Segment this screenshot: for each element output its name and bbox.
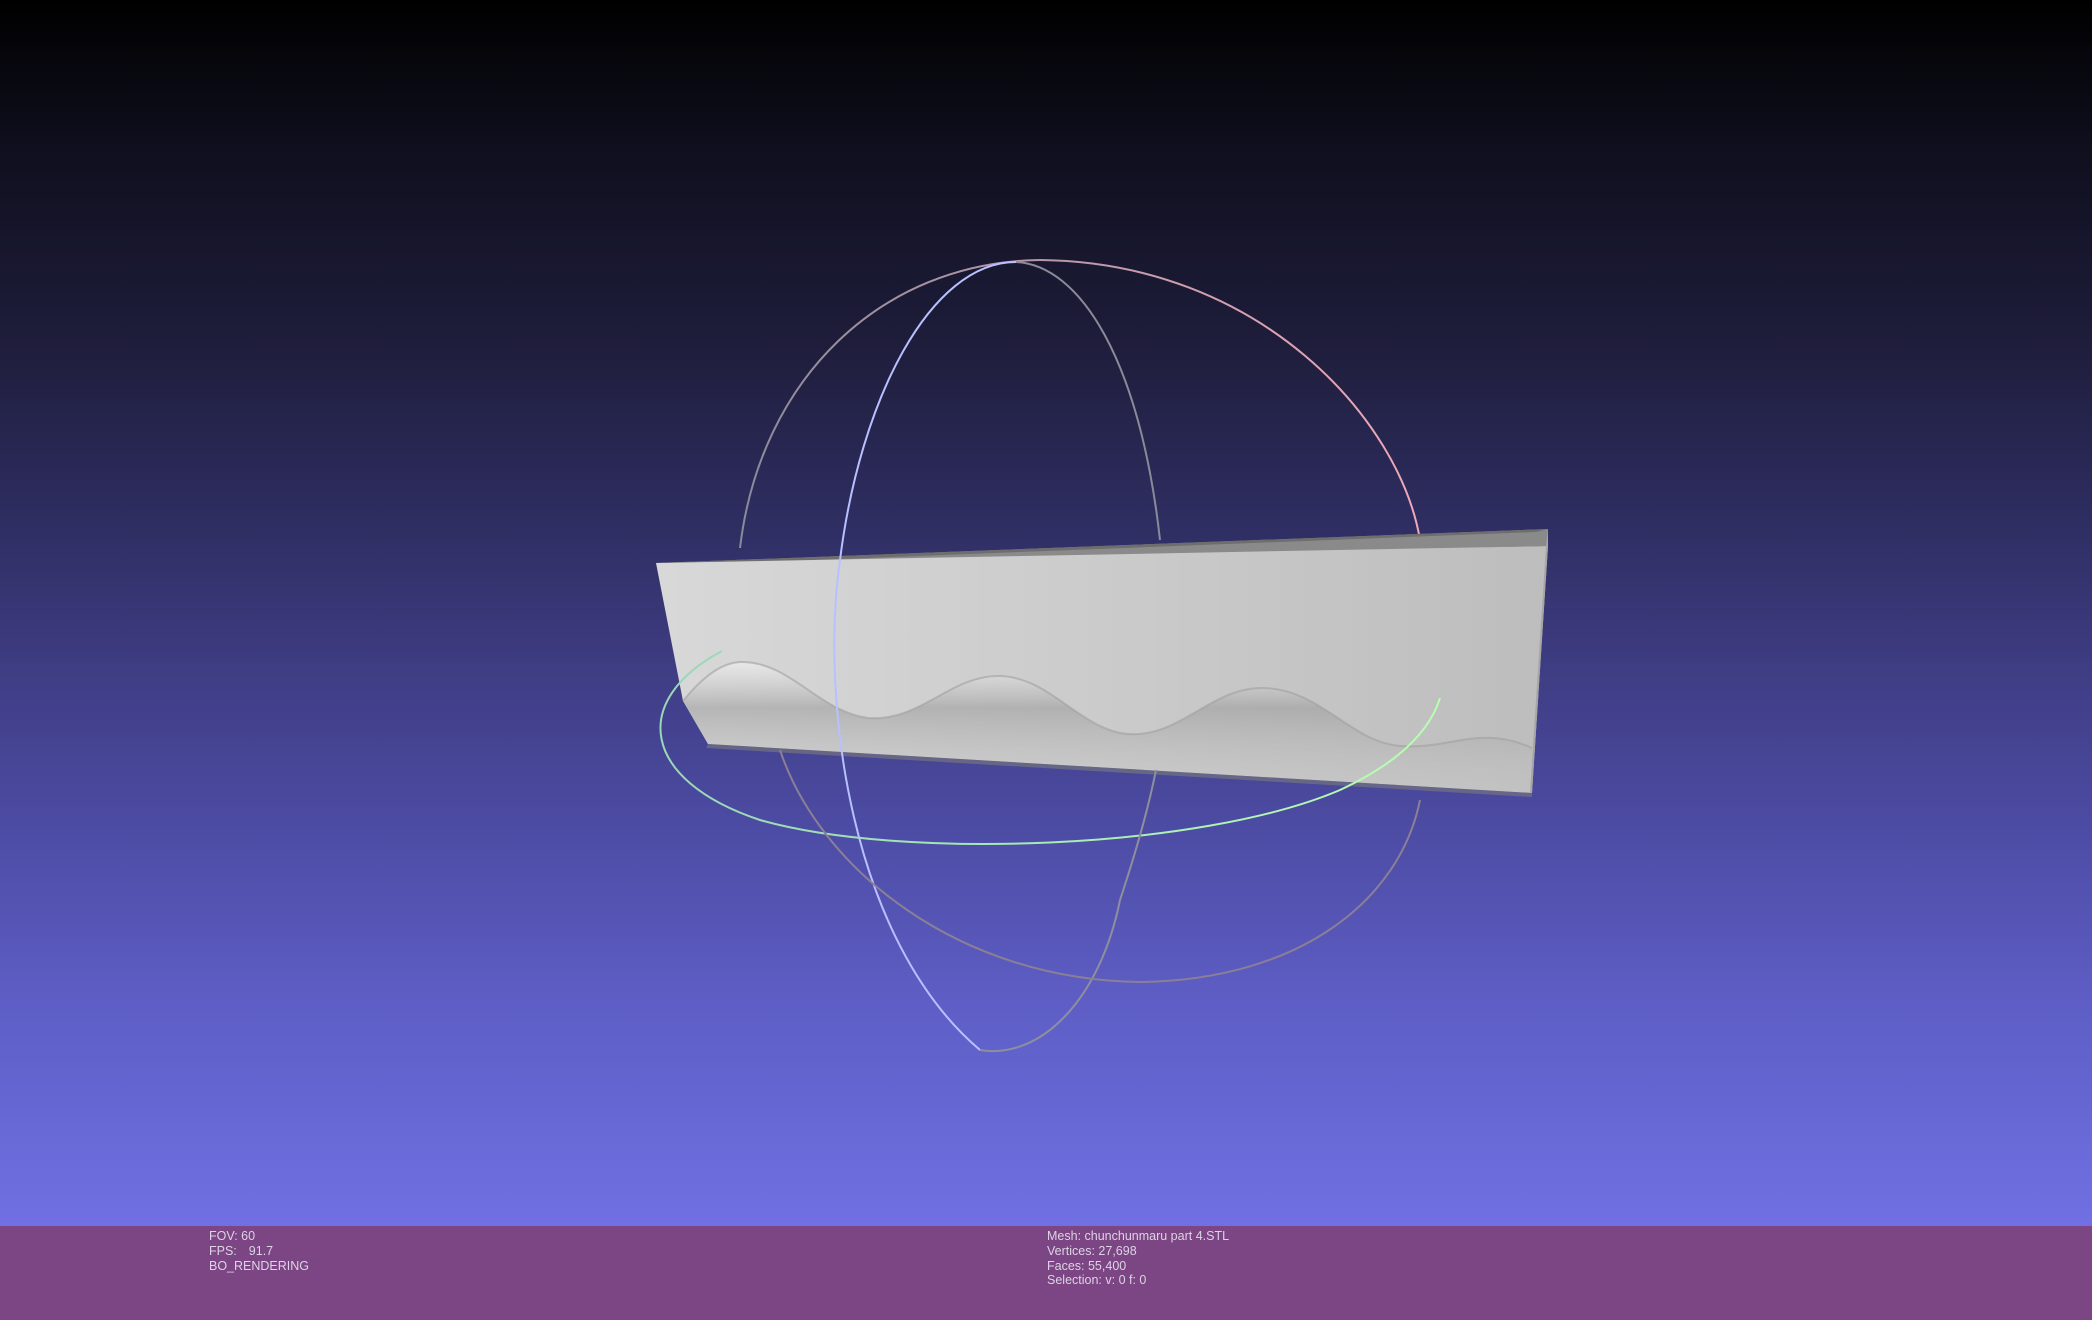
- selection-readout: Selection: v: 0 f: 0: [1047, 1273, 1147, 1288]
- scene-svg: [656, 258, 1548, 1053]
- mesh-name-readout: Mesh: chunchunmaru part 4.STL: [1047, 1229, 1230, 1243]
- trackball-back: [739, 258, 1421, 549]
- fps-value: 91.7: [248, 1243, 274, 1258]
- fps-label: FPS:: [209, 1243, 237, 1258]
- render-info-panel: FOV: 60 FPS: 91.7 BO_RENDERING: [209, 1229, 309, 1273]
- fps-readout: FPS: 91.7: [209, 1244, 309, 1259]
- 3d-viewport[interactable]: [0, 0, 2092, 1226]
- vertices-readout: Vertices: 27,698: [1047, 1243, 1137, 1258]
- mesh-info-panel: Mesh: chunchunmaru part 4.STL Vertices: …: [1047, 1229, 1229, 1288]
- meshlab-window: FOV: 60 FPS: 91.7 BO_RENDERING Mesh: chun…: [0, 0, 2092, 1320]
- status-info-bar: [0, 1226, 2092, 1320]
- render-mode-readout: BO_RENDERING: [209, 1258, 310, 1273]
- fov-readout: FOV: 60: [209, 1229, 256, 1243]
- faces-readout: Faces: 55,400: [1047, 1258, 1127, 1273]
- mesh-object[interactable]: [656, 529, 1548, 797]
